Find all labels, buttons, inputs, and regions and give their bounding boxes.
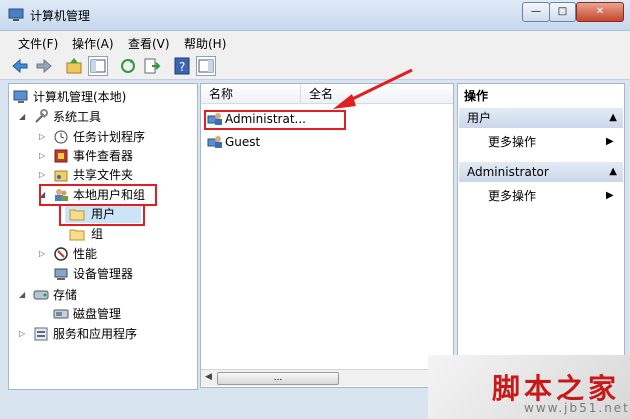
menu-file[interactable]: 文件(F) <box>18 35 58 52</box>
maximize-button[interactable]: □ <box>549 2 576 22</box>
watermark-url: www.jb51.net <box>524 401 630 415</box>
tree-label-system-tools: 系统工具 <box>53 110 102 124</box>
performance-icon <box>53 246 69 262</box>
close-button[interactable]: ✕ <box>576 2 624 22</box>
scroll-left-arrow-icon[interactable]: ◀ <box>205 372 212 382</box>
refresh-icon[interactable] <box>118 56 138 76</box>
computer-icon <box>13 89 29 105</box>
action-group-users[interactable]: 用户 ▲ <box>459 108 623 128</box>
help-icon[interactable]: ? <box>172 56 192 76</box>
minimize-button[interactable]: — <box>522 2 550 22</box>
tree-label-storage: 存储 <box>53 288 78 302</box>
show-action-pane-icon[interactable] <box>196 56 216 76</box>
back-arrow-icon[interactable] <box>10 56 30 76</box>
minimize-icon: — <box>531 6 541 17</box>
menu-view[interactable]: 查看(V) <box>128 35 170 52</box>
folder-icon <box>69 226 85 242</box>
column-header-name[interactable]: 名称 <box>201 84 301 104</box>
user-list-pane: 名称 全名 Administrat... Guest <box>200 83 454 388</box>
title-bar: 计算机管理 — □ ✕ <box>0 0 630 31</box>
tree-label-disk-management: 磁盘管理 <box>73 307 122 321</box>
expand-triangle-icon[interactable]: ▷ <box>39 147 45 165</box>
tree-label-root: 计算机管理(本地) <box>33 90 127 104</box>
collapse-up-icon[interactable]: ▲ <box>609 162 617 182</box>
scrollbar-thumb[interactable]: ... <box>217 372 339 385</box>
shared-folder-icon <box>53 167 69 183</box>
annotation-arrow <box>333 68 413 109</box>
svg-text:?: ? <box>179 60 185 74</box>
menu-bar: 文件(F) 操作(A) 查看(V) 帮助(H) <box>0 31 630 53</box>
computer-management-window: 计算机管理 — □ ✕ 文件(F) 操作(A) 查看(V) 帮助(H) ? 计算… <box>0 0 630 419</box>
collapse-triangle-icon[interactable]: ◢ <box>19 108 25 126</box>
event-log-icon <box>53 148 69 164</box>
clock-icon <box>53 129 69 145</box>
action-more-actions-1[interactable]: 更多操作 <box>488 132 536 152</box>
maximize-icon: □ <box>557 6 568 17</box>
submenu-arrow-icon: ▶ <box>606 190 614 201</box>
action-group-users-label: 用户 <box>467 111 492 125</box>
submenu-arrow-icon: ▶ <box>606 136 614 147</box>
services-icon <box>33 326 49 342</box>
export-list-icon[interactable] <box>142 56 162 76</box>
toolbar: ? <box>0 53 630 80</box>
console-tree-pane: 计算机管理(本地) ◢ 系统工具 ▷ 任务计划程序 ▷ 事件查看器 ▷ 共享文件… <box>8 83 198 390</box>
show-hide-console-tree-icon[interactable] <box>88 56 108 76</box>
expand-triangle-icon[interactable]: ▷ <box>19 325 25 343</box>
horizontal-scrollbar[interactable]: ◀ ... <box>201 369 453 386</box>
actions-title: 操作 <box>464 89 489 103</box>
watermark: 脚本之家 www.jb51.net <box>428 355 630 419</box>
expand-triangle-icon[interactable]: ▷ <box>39 166 45 184</box>
action-more-actions-2[interactable]: 更多操作 <box>488 186 536 206</box>
action-group-administrator-label: Administrator <box>467 165 549 179</box>
actions-pane: 操作 用户 ▲ 更多操作 ▶ Administrator ▲ 更多操作 ▶ <box>457 83 625 388</box>
menu-action[interactable]: 操作(A) <box>72 35 114 52</box>
disk-icon <box>53 306 69 322</box>
tree-label-shared-folders: 共享文件夹 <box>73 168 134 182</box>
menu-help[interactable]: 帮助(H) <box>184 35 226 52</box>
tree-label-event-viewer: 事件查看器 <box>73 149 134 163</box>
expand-triangle-icon[interactable]: ▷ <box>39 128 45 146</box>
forward-arrow-icon[interactable] <box>34 56 54 76</box>
window-title: 计算机管理 <box>30 9 91 23</box>
device-manager-icon <box>53 266 69 282</box>
tools-icon <box>33 109 49 125</box>
tree-label-device-manager: 设备管理器 <box>73 267 134 281</box>
computer-management-icon <box>8 8 24 22</box>
highlight-box-local-users-groups <box>39 184 157 206</box>
action-more-actions-2-label: 更多操作 <box>488 189 537 203</box>
close-icon: ✕ <box>595 6 605 17</box>
tree-label-groups: 组 <box>91 227 104 241</box>
action-group-administrator[interactable]: Administrator ▲ <box>459 162 623 182</box>
tree-label-performance: 性能 <box>73 247 98 261</box>
highlight-box-administrator <box>204 110 346 130</box>
tree-label-task-scheduler: 任务计划程序 <box>73 130 146 144</box>
expand-triangle-icon[interactable]: ▷ <box>39 245 45 263</box>
user-account-icon <box>207 134 223 150</box>
highlight-box-users <box>59 204 145 226</box>
collapse-triangle-icon[interactable]: ◢ <box>19 286 25 304</box>
up-folder-icon[interactable] <box>64 56 84 76</box>
storage-icon <box>33 287 49 303</box>
collapse-up-icon[interactable]: ▲ <box>609 108 617 128</box>
list-label-guest: Guest <box>225 135 261 149</box>
tree-label-services-apps: 服务和应用程序 <box>53 327 138 341</box>
action-more-actions-1-label: 更多操作 <box>488 135 537 149</box>
